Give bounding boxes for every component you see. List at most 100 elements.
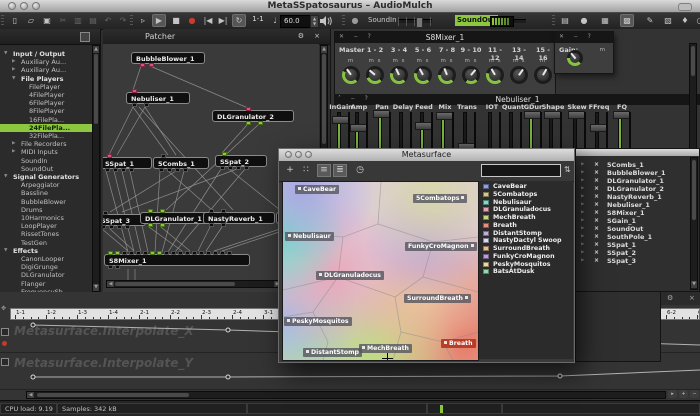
delete-icon[interactable]: ×	[594, 209, 599, 217]
delete-icon[interactable]: ×	[594, 185, 599, 193]
record-button[interactable]: ●	[185, 14, 199, 27]
input-port[interactable]	[160, 209, 165, 213]
input-port[interactable]	[108, 251, 113, 255]
undo-button[interactable]: ↶	[101, 14, 115, 27]
output-port[interactable]	[244, 166, 249, 170]
mixer-knob-Master[interactable]	[342, 66, 360, 84]
chevron-right-icon[interactable]: ▶	[12, 66, 15, 74]
sidebar-item-32filepla-[interactable]: 32FilePla...	[0, 132, 92, 140]
sidebar-item-testgen[interactable]: TestGen	[0, 239, 92, 247]
delete-icon[interactable]: ×	[594, 169, 599, 177]
search-input[interactable]	[481, 164, 561, 177]
output-port[interactable]	[103, 225, 106, 229]
slider-handle[interactable]	[568, 111, 585, 119]
input-port[interactable]	[222, 152, 227, 156]
output-port[interactable]	[132, 103, 137, 107]
grid-icon[interactable]: ∷	[299, 164, 313, 177]
input-port[interactable]	[132, 89, 137, 93]
output-port[interactable]	[113, 168, 118, 172]
notes-button[interactable]: ▧	[661, 14, 675, 27]
slider-handle[interactable]	[544, 111, 561, 119]
output-port[interactable]	[117, 225, 122, 229]
redo-button[interactable]: ↷	[116, 14, 130, 27]
surface-snapshot-dlgranuladocus[interactable]: DLGranuladocus	[316, 271, 384, 280]
contraption-row-dlgranulator_1[interactable]: ▶×DLGranulator_1	[576, 177, 686, 185]
new-file-button[interactable]: ▯	[8, 14, 22, 27]
chevron-right-icon[interactable]: ▶	[12, 58, 15, 66]
output-port[interactable]	[109, 225, 114, 229]
mute-solo-buttons[interactable]: m s	[411, 58, 435, 64]
sidebar-item-drums[interactable]: Drums	[0, 206, 92, 214]
output-port[interactable]	[246, 121, 251, 125]
output-port[interactable]	[149, 63, 154, 67]
clock-button[interactable]: ◔	[693, 14, 700, 27]
rewind-button[interactable]: |◀	[201, 14, 215, 27]
mute-solo-buttons[interactable]: m s	[507, 58, 531, 64]
sidebar-item-digigrunge[interactable]: DigiGrunge	[0, 263, 92, 271]
chevron-right-icon[interactable]: ▶	[581, 241, 584, 249]
input-port[interactable]	[148, 209, 153, 213]
copy-button[interactable]: ▥	[71, 14, 85, 27]
mixer-knob-9-10[interactable]	[462, 66, 480, 84]
contraption-row-nastyreverb_1[interactable]: ▶×NastyReverb_1	[576, 193, 686, 201]
output-port[interactable]	[220, 166, 225, 170]
add-snapshot-icon[interactable]: +	[283, 164, 297, 177]
patcher-hscrollbar[interactable]: ◀▶	[106, 280, 282, 288]
input-port[interactable]	[178, 251, 183, 255]
sound-in-slider-handle[interactable]	[416, 17, 423, 28]
output-port[interactable]	[236, 166, 241, 170]
chevron-down-icon[interactable]: ▼	[12, 75, 15, 83]
sidebar-item-8fileplayer[interactable]: 8FilePlayer	[0, 107, 92, 115]
output-port[interactable]	[115, 265, 120, 269]
mixer-knob-1-2[interactable]	[366, 66, 384, 84]
cut-button[interactable]: ✂	[56, 14, 70, 27]
sidebar-item-10harmonics[interactable]: 10Harmonics	[0, 214, 92, 222]
output-port[interactable]	[183, 168, 188, 172]
mute-solo-buttons[interactable]: m	[339, 58, 363, 64]
patch-node-bubbleblower_1[interactable]: BubbleBlower_1	[131, 52, 205, 64]
input-port[interactable]	[143, 251, 148, 255]
patch-node-sspat_1[interactable]: SSpat_1	[103, 157, 152, 169]
output-port[interactable]	[159, 168, 164, 172]
network-sync-icon[interactable]: ●	[348, 14, 362, 27]
loop-button[interactable]: ↻	[232, 14, 246, 27]
surface-snapshot-distantstomp[interactable]: DistantStomp	[303, 348, 362, 357]
input-port[interactable]	[164, 251, 169, 255]
input-port[interactable]	[185, 251, 190, 255]
chevron-right-icon[interactable]: ▶	[581, 209, 584, 217]
sidebar-item-effects[interactable]: ▼Effects	[0, 247, 92, 255]
close-icon[interactable]: ×	[314, 32, 320, 40]
sidebar-item-soundout[interactable]: SoundOut	[0, 165, 92, 173]
contraption-row-southpole_1[interactable]: ▶×SouthPole_1	[576, 233, 686, 241]
delete-icon[interactable]: ×	[594, 217, 599, 225]
chevron-right-icon[interactable]: ▶	[581, 257, 584, 265]
surface-snapshot-mechbreath[interactable]: MechBreath	[359, 344, 412, 353]
output-port[interactable]	[148, 223, 153, 227]
zoom-out-icon[interactable]: −	[690, 390, 699, 398]
talkback-button[interactable]: ♦	[678, 14, 692, 27]
sidebar-item-16filepla-[interactable]: 16FilePla...	[0, 116, 92, 124]
tempo-input[interactable]: 60.0	[280, 15, 311, 28]
contraption-row-sspat_3[interactable]: ▶×SSpat_3	[576, 257, 686, 265]
output-port[interactable]	[140, 63, 145, 67]
slider-handle[interactable]	[524, 111, 541, 119]
sidebar-item-auxiliary-au-[interactable]: ▶Auxiliary Au...	[0, 66, 92, 74]
stop-button[interactable]: ■	[169, 14, 183, 27]
output-port[interactable]	[125, 225, 130, 229]
chevron-down-icon[interactable]: ▼	[4, 247, 7, 255]
output-port[interactable]	[228, 166, 233, 170]
input-port[interactable]	[103, 211, 108, 215]
contraption-row-sspat_2[interactable]: ▶×SSpat_2	[576, 249, 686, 257]
input-port[interactable]	[115, 251, 120, 255]
slider-handle[interactable]	[332, 116, 349, 124]
toolbar-drag-handle[interactable]	[130, 15, 133, 26]
delete-icon[interactable]: ×	[594, 233, 599, 241]
delete-icon[interactable]: ×	[594, 249, 599, 257]
mute-solo-buttons[interactable]: m s	[435, 58, 459, 64]
output-port[interactable]	[121, 168, 126, 172]
chevron-right-icon[interactable]: ▶	[581, 233, 584, 241]
paste-button[interactable]: ▤	[86, 14, 100, 27]
sidebar-item-file-players[interactable]: ▼File Players	[0, 75, 92, 83]
chevron-right-icon[interactable]: ▶	[581, 249, 584, 257]
input-port[interactable]	[206, 251, 211, 255]
